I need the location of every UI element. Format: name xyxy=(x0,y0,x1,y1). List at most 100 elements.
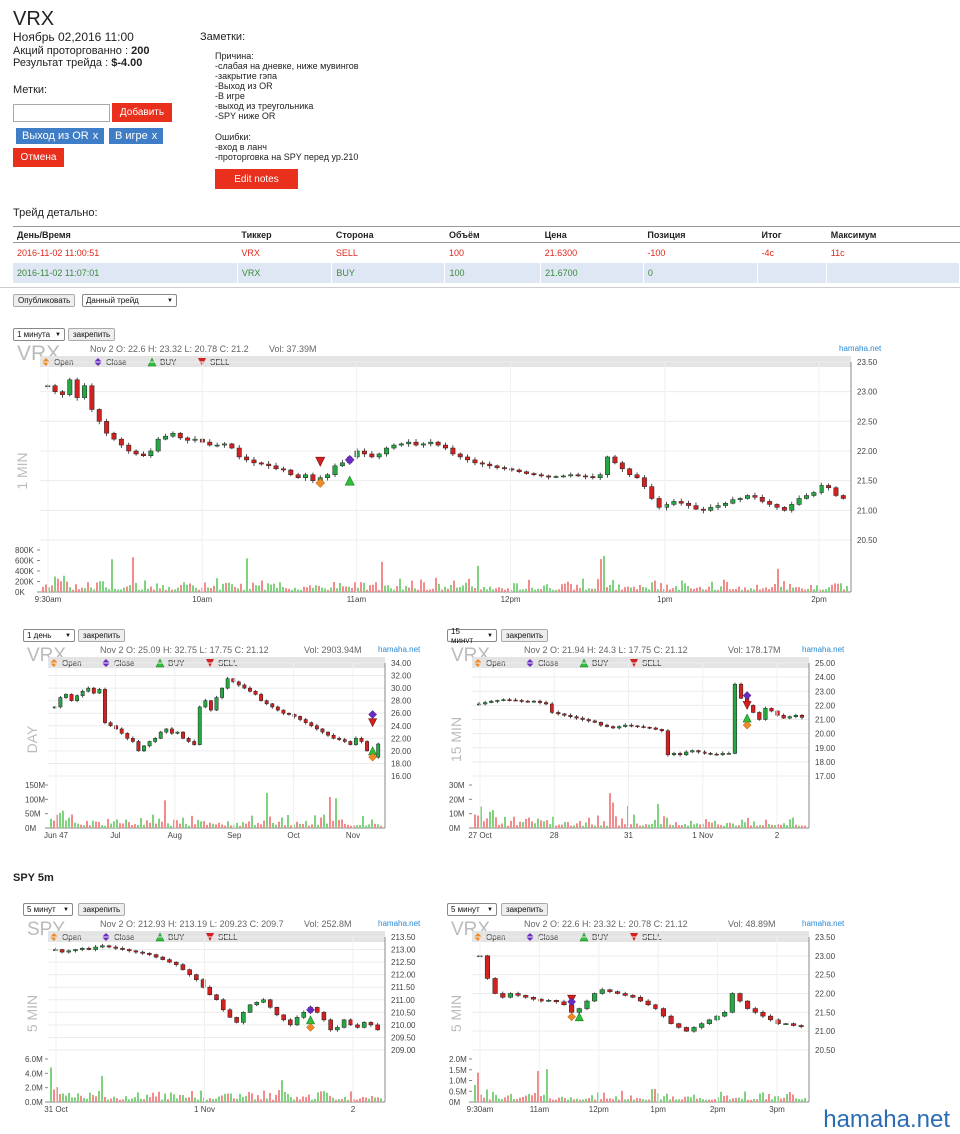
pin-button[interactable]: закрепить xyxy=(78,903,126,916)
volume-bar xyxy=(741,1098,743,1102)
volume-bar xyxy=(705,1099,707,1102)
tag-input[interactable] xyxy=(13,104,110,122)
volume-bar xyxy=(131,825,133,828)
candle xyxy=(525,700,530,703)
volume-bar xyxy=(546,584,548,592)
interval-select[interactable]: 15 минут ▼ xyxy=(447,627,497,645)
volume-bar xyxy=(474,814,476,828)
trade-date: Ноябрь 02,2016 11:00 xyxy=(13,30,134,44)
pin-button[interactable]: закрепить xyxy=(501,629,549,642)
candle xyxy=(339,462,345,467)
volume-bar xyxy=(332,1097,334,1102)
volume-bar xyxy=(65,1095,67,1102)
col-header: Итог xyxy=(757,226,827,243)
volume-bar xyxy=(230,1093,232,1102)
volume-bar xyxy=(495,588,497,592)
y-tick-label: 34.00 xyxy=(391,659,412,668)
volume-bar xyxy=(347,824,349,828)
interval-select[interactable]: 5 минут ▼ xyxy=(23,903,73,916)
volume-bar xyxy=(498,1098,500,1102)
volume-bar xyxy=(239,1093,241,1102)
candle xyxy=(335,1027,340,1031)
candle xyxy=(100,945,105,948)
volume-bar xyxy=(597,815,599,828)
volume-bar xyxy=(128,1099,130,1102)
interval-select[interactable]: 1 минута ▼ xyxy=(13,328,65,341)
volume-bar xyxy=(240,583,242,592)
candle xyxy=(52,385,58,392)
volume-bar xyxy=(219,589,221,592)
volume-bar xyxy=(141,589,143,592)
tag-remove-icon[interactable]: x xyxy=(93,130,99,142)
volume-bar xyxy=(684,583,686,592)
volume-bar xyxy=(122,823,124,828)
add-tag-button[interactable]: Добавить xyxy=(112,103,172,122)
tag-remove-icon[interactable]: x xyxy=(152,130,158,142)
reasons-title: Причина: xyxy=(215,51,254,61)
edit-notes-button[interactable]: Edit notes xyxy=(215,169,298,189)
volume-bar xyxy=(519,821,521,828)
volume-bar xyxy=(411,580,413,592)
candle xyxy=(671,753,677,756)
volume-bar xyxy=(585,589,587,592)
volume-bar xyxy=(423,582,425,592)
cell xyxy=(757,262,828,283)
volume-bar xyxy=(531,587,533,592)
chart-vrx-5min: VRX Nov 2 O: 22.6 H: 23.32 L: 20.78 C: 21… xyxy=(447,917,850,1122)
candle xyxy=(623,724,628,727)
volume-bar xyxy=(558,589,560,592)
volume-bar xyxy=(564,583,566,592)
volume-bar xyxy=(341,819,343,828)
chart-volume-info: Vol: 252.8M xyxy=(304,919,352,929)
ticker-title: VRX xyxy=(13,8,55,30)
volume-bar xyxy=(483,1097,485,1102)
volume-bar xyxy=(72,589,74,592)
volume-bar xyxy=(684,824,686,828)
volume-tick-label: 400K xyxy=(15,567,34,576)
interval-select[interactable]: 1 день ▼ xyxy=(23,629,75,642)
candle xyxy=(58,697,63,708)
volume-bar xyxy=(320,1091,322,1102)
volume-bar xyxy=(338,1099,340,1102)
volume-bar xyxy=(125,819,127,828)
candle xyxy=(106,945,112,948)
volume-bar xyxy=(345,586,347,592)
pin-button[interactable]: закрепить xyxy=(78,629,126,642)
volume-bar xyxy=(486,1089,488,1102)
chart-volume-info: Vol: 48.89M xyxy=(728,919,776,929)
pin-button[interactable]: закрепить xyxy=(68,328,116,341)
candle xyxy=(715,505,721,508)
pin-button[interactable]: закрепить xyxy=(501,903,549,916)
candle xyxy=(376,453,382,458)
volume-bar xyxy=(326,823,328,828)
tag-chip-exit-or[interactable]: Выход из OR x xyxy=(16,128,105,144)
volume-bar xyxy=(65,820,67,828)
volume-bar xyxy=(365,1097,367,1102)
volume-bar xyxy=(567,1099,569,1102)
volume-bar xyxy=(204,582,206,592)
volume-bar xyxy=(191,1091,193,1102)
candle xyxy=(173,961,179,965)
volume-bar xyxy=(138,589,140,592)
volume-bar xyxy=(474,588,476,592)
publish-button[interactable]: Опубликовать xyxy=(13,294,76,307)
volume-bar xyxy=(585,1098,587,1102)
cancel-button[interactable]: Отмена xyxy=(13,148,64,167)
interval-select[interactable]: 5 минут ▼ xyxy=(447,903,497,916)
volume-bar xyxy=(633,586,635,592)
candle xyxy=(104,421,110,434)
volume-bar xyxy=(618,1099,620,1102)
candle xyxy=(641,726,646,728)
volume-bar xyxy=(113,821,115,828)
volume-bar xyxy=(99,581,101,592)
volume-bar xyxy=(705,819,707,828)
volume-bar xyxy=(344,823,346,828)
cell: BUY xyxy=(331,262,446,283)
chevron-down-icon: ▼ xyxy=(167,297,173,304)
candle xyxy=(158,731,163,739)
volume-bar xyxy=(221,1095,223,1102)
tag-chip-in-play[interactable]: В игре x xyxy=(109,128,164,144)
volume-bar xyxy=(110,823,112,828)
y-tick-label: 28.00 xyxy=(391,697,412,706)
trade-scope-select[interactable]: Данный трейд ▼ xyxy=(82,294,177,307)
